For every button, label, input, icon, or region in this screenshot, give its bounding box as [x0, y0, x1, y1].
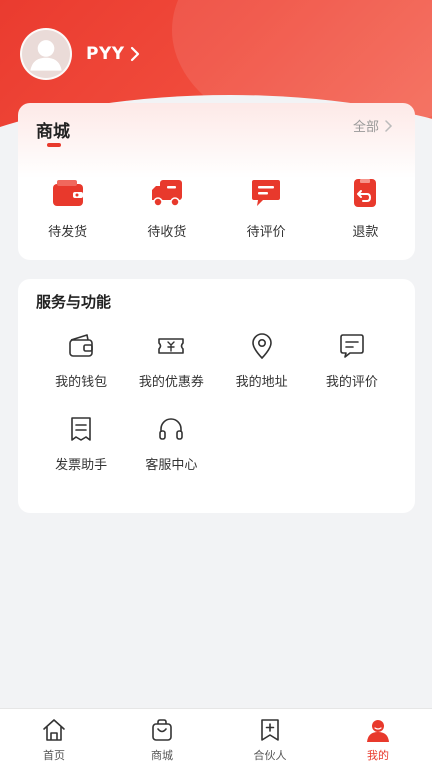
- tab-label: 合伙人: [253, 749, 287, 762]
- mall-item-pending-review[interactable]: 待评价: [217, 177, 316, 240]
- bottom-tab-bar: 首页 商城 合伙人 我的: [0, 708, 432, 768]
- service-coupons[interactable]: 我的优惠券: [126, 331, 216, 390]
- service-reviews[interactable]: 我的评价: [307, 331, 397, 390]
- mall-item-label: 退款: [352, 225, 379, 240]
- tab-mall[interactable]: 商城: [108, 709, 216, 768]
- mall-item-pending-receive[interactable]: 待收货: [117, 177, 216, 240]
- comment-icon: [252, 180, 281, 206]
- wallet-pending-ship-icon: [52, 180, 83, 206]
- services-title: 服务与功能: [36, 293, 112, 311]
- service-customer-center[interactable]: 客服中心: [126, 414, 216, 473]
- title-underline: [47, 143, 61, 147]
- service-address[interactable]: 我的地址: [217, 331, 307, 390]
- service-label: 我的优惠券: [138, 375, 204, 390]
- refund-icon: [354, 179, 377, 207]
- bookmark-plus-icon: [261, 719, 279, 741]
- tab-label: 我的: [367, 749, 389, 762]
- user-icon: [367, 720, 389, 742]
- mall-order-row: 待发货 待收货 待评价 退款: [18, 177, 415, 240]
- service-label: 我的评价: [325, 375, 378, 390]
- mall-item-refund[interactable]: 退款: [316, 177, 415, 240]
- mall-item-pending-ship[interactable]: 待发货: [18, 177, 117, 240]
- chevron-right-icon: [385, 119, 393, 132]
- tab-home[interactable]: 首页: [0, 709, 108, 768]
- home-icon: [43, 719, 65, 741]
- username[interactable]: PYY: [86, 44, 125, 64]
- services-card: 服务与功能 我的钱包 我的优惠券 我的地址 我的评价 发票助手 客服中心: [18, 279, 415, 513]
- mall-item-label: 待收货: [147, 225, 187, 240]
- truck-icon: [151, 180, 182, 207]
- services-grid: 我的钱包 我的优惠券 我的地址 我的评价 发票助手 客服中心: [36, 331, 397, 473]
- location-pin-icon: [251, 333, 272, 360]
- service-label: 我的地址: [235, 375, 288, 390]
- tab-partner[interactable]: 合伙人: [216, 709, 324, 768]
- user-avatar-icon: [30, 40, 62, 71]
- mall-card: 商城 全部 待发货 待收货 待评价 退款: [18, 103, 415, 260]
- headset-icon: [159, 418, 184, 440]
- view-all-label: 全部: [352, 120, 379, 135]
- tab-label: 首页: [43, 749, 65, 762]
- view-all-orders-link[interactable]: 全部: [353, 116, 393, 135]
- service-wallet[interactable]: 我的钱包: [36, 331, 126, 390]
- mall-item-label: 待评价: [246, 225, 286, 240]
- coupon-icon: [158, 338, 185, 354]
- review-icon: [340, 334, 364, 358]
- service-invoice[interactable]: 发票助手: [36, 414, 126, 473]
- invoice-icon: [71, 417, 91, 441]
- tab-mine[interactable]: 我的: [324, 709, 432, 768]
- mall-item-label: 待发货: [48, 225, 88, 240]
- service-label: 我的钱包: [55, 375, 108, 390]
- wallet-icon: [69, 334, 93, 357]
- shopping-bag-icon: [152, 719, 172, 741]
- chevron-right-icon[interactable]: [128, 45, 142, 63]
- mall-title: 商城: [36, 122, 70, 142]
- tab-label: 商城: [151, 749, 173, 762]
- service-label: 发票助手: [55, 458, 108, 473]
- avatar[interactable]: [20, 28, 72, 80]
- service-label: 客服中心: [145, 458, 198, 473]
